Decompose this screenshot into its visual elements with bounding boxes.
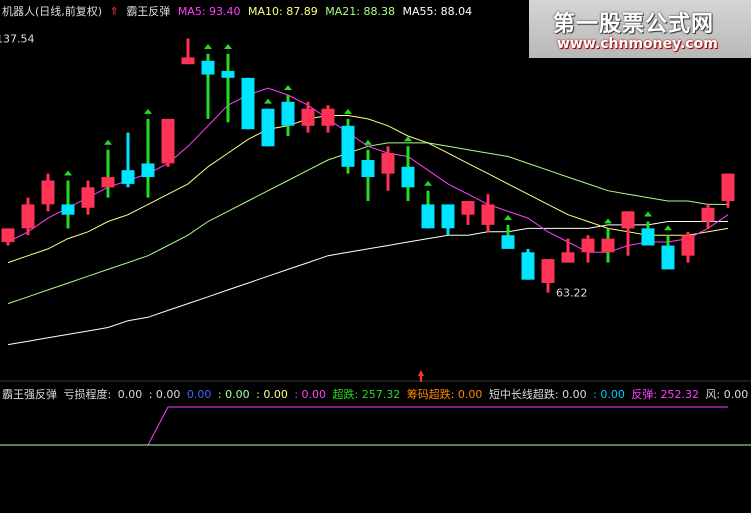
ma10-value: MA10: 87.89 [248, 5, 318, 18]
candle-body [1, 228, 15, 243]
value-2: : 0.00 [148, 388, 181, 401]
signal-arrow-icon [284, 84, 292, 90]
price-labels: 137.54 63.22 [0, 32, 588, 299]
candle-body [101, 177, 115, 188]
candle-body [601, 238, 615, 253]
candle-body [701, 207, 715, 222]
subpanel-header: 霸王强反弹 亏损程度: 0.00 : 0.00 0.00 : 0.00 : 0.… [2, 386, 751, 402]
value-7: : 0.00 [593, 388, 625, 401]
oversold-value: 超跌: 257.32 [332, 388, 401, 401]
indicator-subpanel [0, 406, 751, 446]
signal-arrow-icon [144, 108, 152, 114]
candle-body [341, 125, 355, 167]
candle-body [21, 204, 35, 229]
value-3: 0.00 [186, 388, 212, 401]
chip-oversold-value: 筹码超跌: 0.00 [406, 388, 483, 401]
chart-header: 机器人(日线,前复权) ⇑ 霸王反弹 MA5: 93.40 MA10: 87.8… [2, 3, 476, 19]
divider-arrow-icon [418, 370, 424, 382]
signal-arrow-icon [64, 170, 72, 176]
candle-body [421, 204, 435, 229]
rebound-value: 反弹: 252.32 [631, 388, 700, 401]
candles-group [1, 38, 735, 293]
candle-body [81, 187, 95, 208]
candle-body [141, 163, 155, 178]
candle-body [541, 259, 555, 283]
candle-body [581, 238, 595, 253]
ma55-line [7, 221, 728, 346]
candle-body [41, 180, 55, 205]
candle-body [241, 77, 255, 130]
signal-arrow-icon [664, 225, 672, 231]
candle-body [281, 101, 295, 126]
loss-label: 亏损程度: [63, 388, 112, 401]
candle-body [501, 235, 515, 249]
candle-body [321, 108, 335, 126]
up-arrow-icon: ⇑ [109, 5, 119, 18]
price-high-label: 137.54 [0, 32, 35, 45]
ma21-value: MA21: 88.38 [325, 5, 395, 18]
candlestick-chart[interactable]: 137.54 63.22 [0, 0, 751, 513]
sub-indicator-name[interactable]: 霸王强反弹 [2, 388, 57, 401]
signal-arrows [64, 43, 672, 231]
candle-body [621, 211, 635, 229]
signal-arrow-icon [604, 218, 612, 224]
wind-value: 风: 0.00 [705, 388, 749, 401]
signal-arrow-icon [644, 211, 652, 217]
candle-body [681, 235, 695, 256]
candle-body [401, 166, 415, 188]
stock-chart-window: 137.54 63.22 机器人(日线,前复权) ⇑ 霸王反弹 MA5: 93.… [0, 0, 751, 513]
value-6: : 0.00 [294, 388, 327, 401]
candle-body [641, 228, 655, 246]
value-4: : 0.00 [217, 388, 250, 401]
watermark-title: 第一股票公式网 [553, 12, 715, 37]
candle-body [461, 201, 475, 215]
signal-arrow-icon [224, 43, 232, 49]
candle-body [481, 204, 495, 225]
candle-body [561, 252, 575, 263]
price-low-label: 63.22 [556, 287, 588, 300]
candle-body [721, 173, 735, 201]
signal-arrow-icon [424, 180, 432, 186]
candle-body [381, 153, 395, 174]
candle-body [201, 60, 215, 75]
candle-body [261, 108, 275, 147]
watermark-url: www.chnmoney.com [557, 36, 718, 52]
signal-arrow-icon [364, 139, 372, 145]
value-1: 0.00 [117, 388, 143, 401]
moving-average-lines [7, 87, 729, 346]
candle-body [161, 118, 175, 164]
candle-body [441, 204, 455, 229]
candle-body [121, 170, 135, 184]
watermark: 第一股票公式网 www.chnmoney.com [529, 0, 751, 58]
signal-arrow-icon [204, 43, 212, 49]
signal-arrow-icon [344, 108, 352, 114]
candle-body [661, 245, 675, 270]
candle-body [301, 108, 315, 126]
ma5-value: MA5: 93.40 [177, 5, 241, 18]
candle-body [361, 160, 375, 178]
indicator-name[interactable]: 霸王反弹 [126, 5, 170, 18]
candle-body [61, 204, 75, 215]
signal-arrow-icon [264, 98, 272, 104]
value-5: : 0.00 [256, 388, 288, 401]
candle-body [221, 71, 235, 78]
candle-body [521, 252, 535, 280]
candle-body [181, 57, 195, 65]
security-title: 机器人(日线,前复权) [2, 5, 103, 18]
midlong-oversold-value: 短中长线超跌: 0.00 [488, 388, 587, 401]
ma55-value: MA55: 88.04 [402, 5, 473, 18]
rebound-line [8, 406, 728, 446]
signal-arrow-icon [504, 214, 512, 220]
signal-arrow-icon [104, 139, 112, 145]
